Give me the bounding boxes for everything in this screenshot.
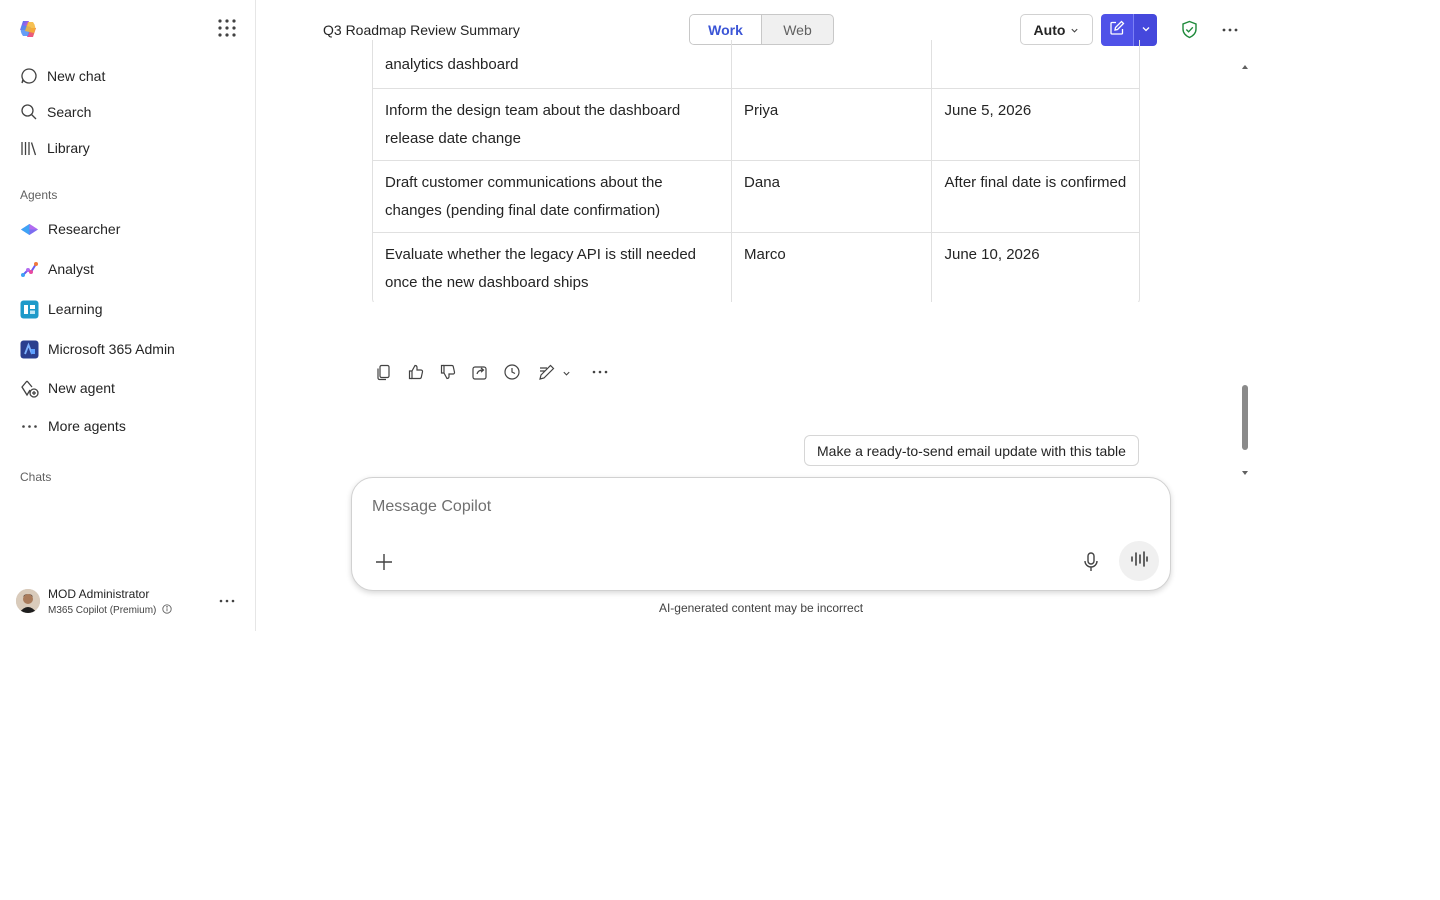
nav-new-chat-label: New chat: [47, 68, 106, 84]
scroll-down-arrow-icon[interactable]: [1240, 465, 1250, 475]
clock-icon: [503, 363, 521, 386]
voice-waveform-icon: [1129, 549, 1149, 574]
like-button[interactable]: [406, 364, 426, 384]
app-launcher-icon[interactable]: [217, 18, 237, 38]
response-action-bar: [374, 363, 622, 386]
agent-analyst-label: Analyst: [48, 261, 94, 277]
compose-icon: [1109, 20, 1125, 41]
thumbs-up-icon: [407, 363, 425, 386]
analyst-icon: [20, 260, 39, 279]
copy-button[interactable]: [374, 364, 394, 384]
agent-researcher[interactable]: Researcher: [20, 217, 240, 241]
ai-disclaimer: AI-generated content may be incorrect: [658, 601, 864, 615]
table-row: analytics dashboard: [373, 40, 1139, 88]
scroll-up-arrow-icon[interactable]: [1240, 59, 1250, 69]
dislike-button[interactable]: [438, 364, 458, 384]
microphone-button[interactable]: [1080, 551, 1102, 573]
agent-m365-admin[interactable]: Microsoft 365 Admin: [20, 337, 240, 361]
sidebar: New chat Search Library Agents Researche…: [0, 0, 256, 631]
chevron-down-icon: [562, 365, 571, 383]
agent-m365-admin-label: Microsoft 365 Admin: [48, 341, 175, 357]
copilot-logo-icon[interactable]: [18, 19, 38, 39]
agents-section-label: Agents: [20, 188, 58, 202]
chevron-down-icon: [1070, 22, 1079, 38]
agent-analyst[interactable]: Analyst: [20, 257, 240, 281]
chats-section-label: Chats: [20, 470, 52, 484]
user-more-options-icon[interactable]: [218, 592, 236, 610]
nav-search-label: Search: [47, 104, 92, 120]
table-row: Draft customer communications about the …: [373, 160, 1139, 232]
user-plan: M365 Copilot (Premium): [48, 604, 173, 617]
table-cell-owner: Priya: [731, 88, 932, 160]
share-icon: [471, 363, 489, 386]
table-cell-due: [931, 40, 1139, 88]
learning-icon: [20, 300, 39, 319]
table-row: Inform the design team about the dashboa…: [373, 88, 1139, 160]
add-attachment-button[interactable]: [374, 552, 394, 572]
agent-learning-label: Learning: [48, 301, 103, 317]
table-cell-task: Draft customer communications about the …: [373, 160, 732, 232]
agent-new-agent-label: New agent: [48, 380, 115, 396]
table-cell-owner: Dana: [731, 160, 932, 232]
edit-pen-icon: [538, 363, 556, 386]
user-name: MOD Administrator: [48, 587, 150, 601]
table: analytics dashboard Inform the design te…: [372, 40, 1140, 302]
copy-icon: [375, 363, 393, 386]
chat-title[interactable]: Q3 Roadmap Review Summary: [323, 22, 520, 38]
user-plan-label: M365 Copilot (Premium): [48, 605, 157, 616]
plus-icon: [374, 554, 394, 576]
table-cell-due: After final date is confirmed: [931, 160, 1139, 232]
header-more-options-icon[interactable]: [1220, 20, 1240, 40]
library-icon: [20, 139, 38, 157]
avatar[interactable]: [16, 589, 40, 613]
scrollbar-thumb[interactable]: [1242, 385, 1248, 450]
info-icon[interactable]: [162, 604, 173, 617]
table-row: Evaluate whether the legacy API is still…: [373, 232, 1139, 302]
agent-researcher-label: Researcher: [48, 221, 121, 237]
agent-more-agents-label: More agents: [48, 418, 126, 434]
voice-mode-button[interactable]: [1119, 541, 1159, 581]
chat-bubble-icon: [20, 67, 38, 85]
more-icon: [20, 417, 39, 436]
table-cell-owner: Marco: [731, 232, 932, 302]
more-actions-button[interactable]: [590, 364, 610, 384]
table-cell-due: June 5, 2026: [931, 88, 1139, 160]
new-agent-icon: [20, 379, 39, 398]
shield-check-icon[interactable]: [1180, 20, 1199, 39]
agent-new-agent[interactable]: New agent: [20, 376, 240, 400]
nav-library-label: Library: [47, 140, 90, 156]
agent-learning[interactable]: Learning: [20, 297, 240, 321]
table-cell-owner: [731, 40, 931, 88]
message-input[interactable]: [372, 496, 1132, 518]
thumbs-down-icon: [439, 363, 457, 386]
microphone-icon: [1080, 552, 1102, 577]
nav-new-chat[interactable]: New chat: [20, 64, 240, 88]
agent-more-agents[interactable]: More agents: [20, 414, 240, 438]
user-profile[interactable]: MOD Administrator M365 Copilot (Premium): [16, 587, 246, 618]
edit-in-pages-button[interactable]: [538, 364, 572, 384]
share-button[interactable]: [470, 364, 490, 384]
table-cell-task: Evaluate whether the legacy API is still…: [373, 232, 732, 302]
action-items-table: analytics dashboard Inform the design te…: [372, 40, 1140, 302]
suggestion-chip[interactable]: Make a ready-to-send email update with t…: [804, 435, 1139, 466]
table-cell-task: Inform the design team about the dashboa…: [373, 88, 732, 160]
history-button[interactable]: [502, 363, 522, 386]
more-icon: [591, 363, 609, 386]
message-composer: [351, 477, 1171, 591]
nav-search[interactable]: Search: [20, 100, 240, 124]
table-cell-due: June 10, 2026: [931, 232, 1139, 302]
model-selector-label: Auto: [1033, 21, 1066, 38]
admin-icon: [20, 340, 39, 359]
search-icon: [20, 103, 38, 121]
chevron-down-icon: [1141, 21, 1151, 39]
researcher-icon: [20, 220, 39, 239]
nav-library[interactable]: Library: [20, 136, 240, 160]
table-cell-task: analytics dashboard: [385, 56, 519, 73]
